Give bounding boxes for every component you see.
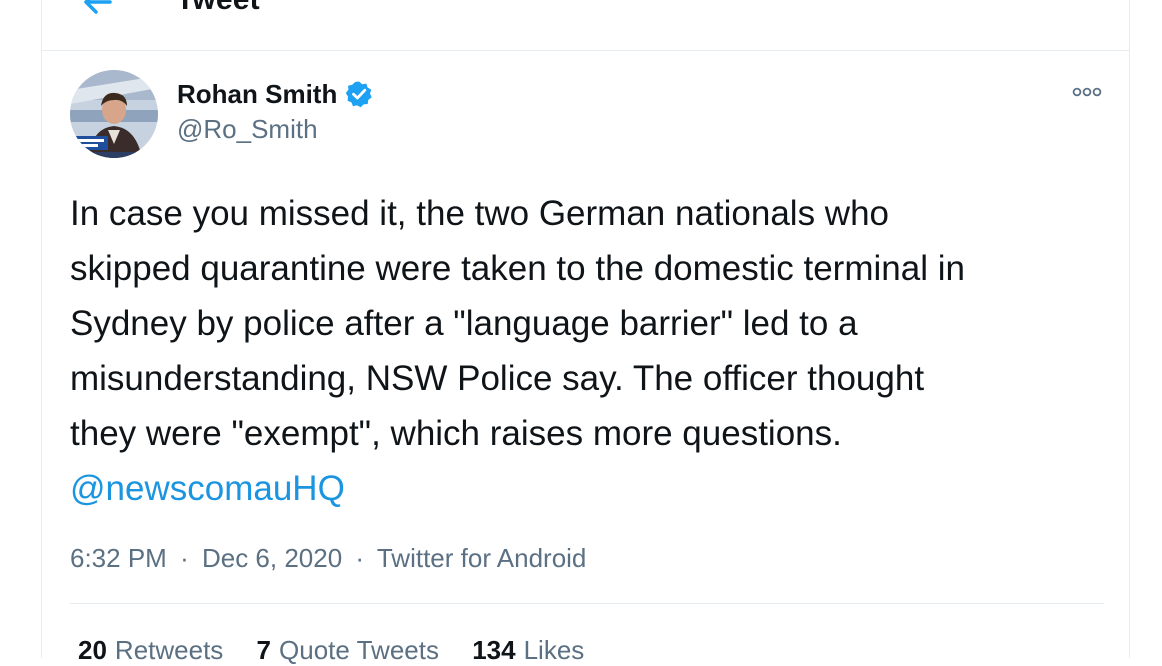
- author-display-name[interactable]: Rohan Smith: [177, 78, 337, 110]
- retweets-stat[interactable]: 20 Retweets: [78, 634, 223, 666]
- retweets-count: 20: [78, 635, 107, 665]
- tweet-text-line: In case you missed it, the two German na…: [70, 194, 890, 233]
- tweet-text-line: misunderstanding, NSW Police say. The of…: [70, 359, 925, 398]
- retweets-label: Retweets: [114, 635, 224, 665]
- avatar[interactable]: [70, 70, 158, 158]
- verified-badge-icon: [345, 80, 373, 108]
- author-handle[interactable]: @Ro_Smith: [177, 113, 318, 145]
- tweet-date[interactable]: Dec 6, 2020: [202, 543, 342, 573]
- mention-link[interactable]: @newscomauHQ: [70, 461, 345, 516]
- divider: [70, 603, 1104, 604]
- engagement-stats: 20 Retweets 7 Quote Tweets 134 Likes: [78, 634, 610, 666]
- likes-label: Likes: [523, 635, 585, 665]
- tweet-source[interactable]: Twitter for Android: [377, 543, 587, 573]
- quote-tweets-label: Quote Tweets: [279, 635, 439, 665]
- quote-tweets-count: 7: [256, 635, 272, 665]
- page-title: Tweet: [176, 0, 260, 18]
- more-options-icon[interactable]: [1067, 80, 1107, 104]
- tweet-text: In case you missed it, the two German na…: [70, 186, 1115, 461]
- tweet-text-line: they were "exempt", which raises more qu…: [70, 414, 842, 453]
- tweet-detail-column: Tweet Rohan Smith @Ro_Smith: [41, 0, 1130, 665]
- author-name-row[interactable]: Rohan Smith: [177, 78, 373, 110]
- likes-stat[interactable]: 134 Likes: [472, 634, 584, 666]
- top-bar: Tweet: [42, 0, 1129, 51]
- arrow-left-icon[interactable]: [80, 0, 116, 20]
- tweet-text-line: skipped quarantine were taken to the dom…: [70, 249, 965, 288]
- quote-tweets-stat[interactable]: 7 Quote Tweets: [257, 634, 439, 666]
- tweet-metadata: 6:32 PM · Dec 6, 2020 · Twitter for Andr…: [70, 542, 586, 574]
- tweet-text-line: Sydney by police after a "language barri…: [70, 304, 858, 343]
- metadata-separator: ·: [355, 543, 365, 573]
- likes-count: 134: [472, 635, 516, 665]
- metadata-separator: ·: [180, 543, 189, 573]
- tweet-time[interactable]: 6:32 PM: [70, 543, 167, 573]
